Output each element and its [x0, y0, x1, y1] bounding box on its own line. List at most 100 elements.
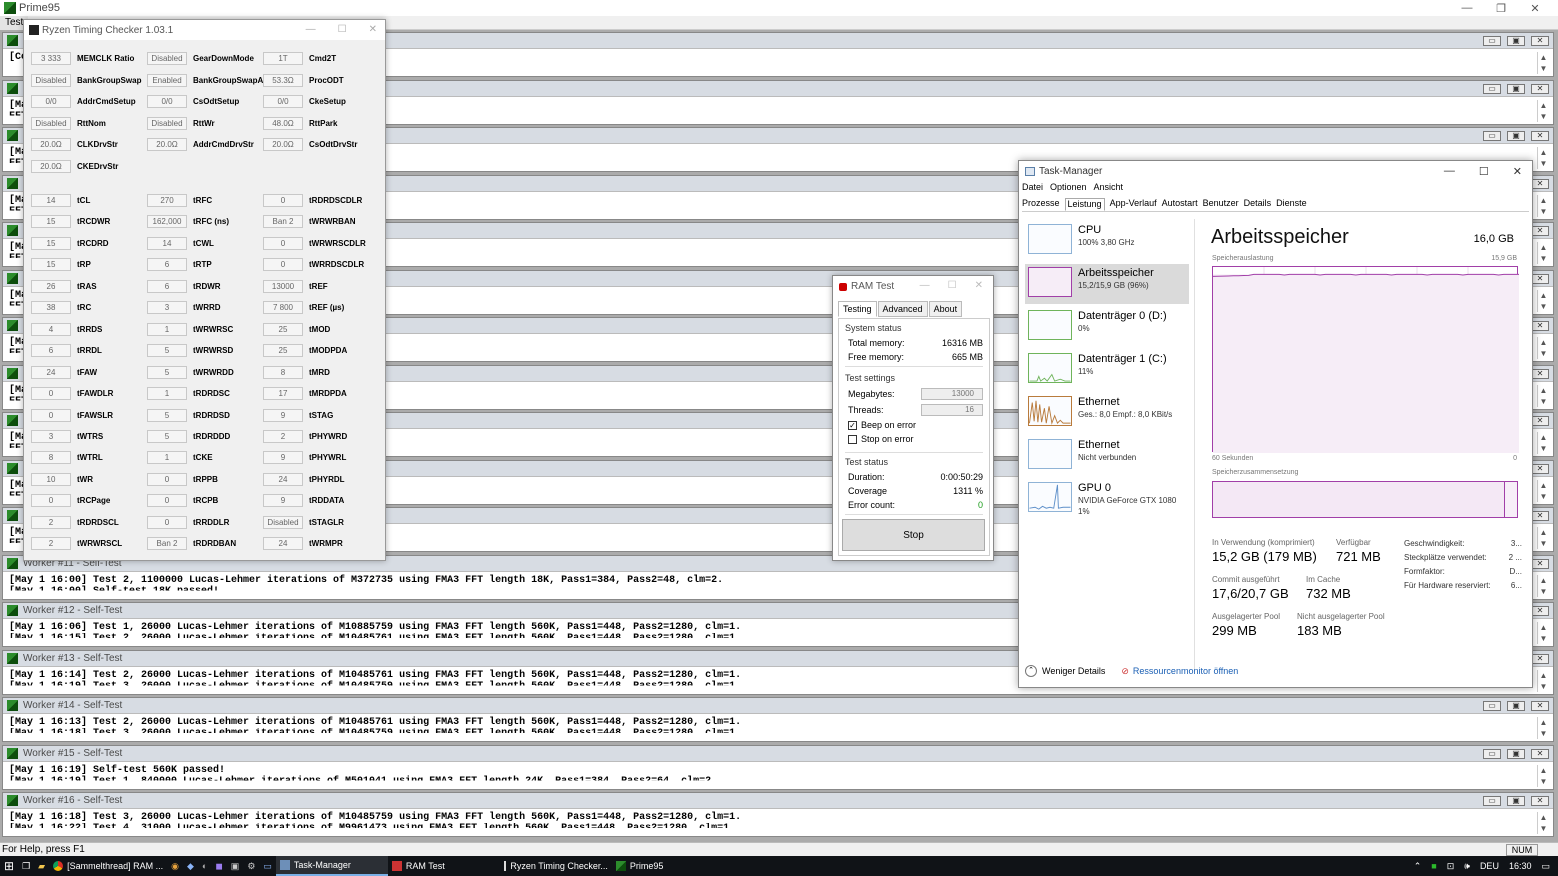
close-icon[interactable]: ✕ — [1531, 273, 1549, 284]
resource-monitor-link[interactable]: ⊘ Ressourcenmonitor öffnen — [1121, 666, 1238, 677]
scroll-up-icon[interactable]: ▲ — [1538, 432, 1549, 443]
maximize-icon[interactable]: ❐ — [1484, 2, 1518, 15]
network-icon[interactable]: ⊡ — [1447, 861, 1455, 872]
scroll-up-icon[interactable]: ▲ — [1538, 812, 1549, 823]
tab-about[interactable]: About — [928, 301, 963, 317]
scrollbar[interactable]: ▲ ▼ — [1537, 717, 1549, 739]
minimize-icon[interactable]: ▭ — [1483, 701, 1501, 711]
close-icon[interactable]: ✕ — [1531, 83, 1549, 94]
maximize-icon[interactable]: ▣ — [1507, 796, 1525, 806]
scroll-up-icon[interactable]: ▲ — [1538, 100, 1549, 111]
minimize-icon[interactable]: ▭ — [1483, 131, 1501, 141]
scroll-down-icon[interactable]: ▼ — [1538, 253, 1549, 264]
close-icon[interactable]: ✕ — [1531, 368, 1549, 379]
scroll-up-icon[interactable]: ▲ — [1538, 147, 1549, 158]
maximize-icon[interactable]: ▣ — [1507, 36, 1525, 46]
scroll-down-icon[interactable]: ▼ — [1538, 301, 1549, 312]
close-icon[interactable]: ✕ — [1531, 463, 1549, 474]
maximize-icon[interactable]: ▣ — [1507, 83, 1525, 94]
scrollbar[interactable]: ▲ ▼ — [1537, 52, 1549, 74]
close-icon[interactable]: ✕ — [1518, 2, 1552, 15]
scroll-up-icon[interactable]: ▲ — [1538, 242, 1549, 253]
scroll-down-icon[interactable]: ▼ — [1538, 158, 1549, 169]
perf-item-cpu[interactable]: CPU 100% 3,80 GHz — [1025, 221, 1189, 261]
pinned-app-icon-6[interactable]: ⚙ — [243, 856, 259, 876]
close-icon[interactable]: ✕ — [1531, 796, 1549, 806]
scrollbar[interactable]: ▲ ▼ — [1537, 194, 1549, 217]
tray-app-icon[interactable]: ■ — [1431, 861, 1436, 871]
beep-on-error-checkbox[interactable]: ✓ — [848, 420, 857, 430]
pinned-app-icon-3[interactable]: ◐ — [198, 856, 211, 876]
scroll-up-icon[interactable]: ▲ — [1538, 337, 1549, 348]
close-icon[interactable]: ✕ — [1531, 748, 1549, 759]
scroll-up-icon[interactable]: ▲ — [1538, 622, 1549, 633]
scroll-up-icon[interactable]: ▲ — [1538, 480, 1549, 491]
taskbar-item-ram-test[interactable]: RAM Test — [388, 856, 500, 876]
close-icon[interactable]: ✕ — [1513, 165, 1522, 178]
start-button[interactable]: ⊞ — [0, 856, 18, 876]
close-icon[interactable]: ✕ — [369, 24, 377, 35]
close-icon[interactable]: ✕ — [1531, 226, 1549, 236]
close-icon[interactable]: ✕ — [1531, 416, 1549, 426]
file-explorer-icon[interactable]: ▰ — [34, 856, 49, 876]
minimize-icon[interactable]: ▭ — [1483, 796, 1501, 806]
maximize-icon[interactable]: ☐ — [948, 280, 957, 291]
scrollbar[interactable]: ▲ ▼ — [1537, 812, 1549, 834]
perf-item-ethernet-1[interactable]: Ethernet Ges.: 8,0 Empf.: 8,0 KBit/s — [1025, 393, 1189, 433]
clock[interactable]: 16:30 — [1509, 861, 1532, 871]
keyboard-language[interactable]: DEU — [1480, 861, 1499, 871]
minimize-icon[interactable]: — — [920, 280, 930, 291]
megabytes-stepper[interactable]: 13000 — [921, 388, 983, 400]
perf-item-disk-c[interactable]: Datenträger 1 (C:) 11% — [1025, 350, 1189, 390]
pinned-app-icon-2[interactable]: ◆ — [183, 856, 198, 876]
scroll-down-icon[interactable]: ▼ — [1538, 111, 1549, 122]
close-icon[interactable]: ✕ — [975, 280, 983, 291]
volume-icon[interactable]: 🕪 — [1464, 861, 1470, 872]
menu-datei[interactable]: Datei — [1022, 182, 1043, 192]
tab-advanced[interactable]: Advanced — [877, 301, 928, 317]
scroll-up-icon[interactable]: ▲ — [1538, 717, 1549, 728]
close-icon[interactable]: ✕ — [1531, 558, 1549, 569]
pinned-app-icon-4[interactable]: ◼ — [211, 856, 226, 876]
tab-benutzer[interactable]: Benutzer — [1203, 198, 1239, 211]
scroll-down-icon[interactable]: ▼ — [1538, 491, 1549, 502]
scroll-up-icon[interactable]: ▲ — [1538, 385, 1549, 396]
minimize-icon[interactable]: ▭ — [1483, 36, 1501, 46]
minimize-icon[interactable]: ▭ — [1483, 83, 1501, 94]
taskbar-item-prime95[interactable]: Prime95 — [612, 856, 724, 876]
maximize-icon[interactable]: ▣ — [1507, 701, 1525, 711]
scroll-down-icon[interactable]: ▼ — [1538, 63, 1549, 74]
maximize-icon[interactable]: ▣ — [1507, 748, 1525, 759]
scrollbar[interactable]: ▲ ▼ — [1537, 527, 1549, 549]
tab-dienste[interactable]: Dienste — [1276, 198, 1307, 211]
tab-details[interactable]: Details — [1244, 198, 1272, 211]
scrollbar[interactable]: ▲ ▼ — [1537, 574, 1549, 597]
minimize-icon[interactable]: ▭ — [1483, 748, 1501, 759]
tab-leistung[interactable]: Leistung — [1064, 198, 1105, 211]
threads-stepper[interactable]: 16 — [921, 404, 983, 416]
tab-autostart[interactable]: Autostart — [1162, 198, 1198, 211]
close-icon[interactable]: ✕ — [1531, 321, 1549, 331]
scroll-down-icon[interactable]: ▼ — [1538, 633, 1549, 644]
perf-item-memory[interactable]: Arbeitsspeicher 15,2/15,9 GB (96%) — [1025, 264, 1189, 304]
scrollbar[interactable]: ▲ ▼ — [1537, 622, 1549, 644]
menu-optionen[interactable]: Optionen — [1050, 182, 1087, 192]
menu-ansicht[interactable]: Ansicht — [1094, 182, 1124, 192]
scroll-down-icon[interactable]: ▼ — [1538, 538, 1549, 549]
stop-button[interactable]: Stop — [842, 519, 985, 551]
chevron-up-icon[interactable]: ⌃ — [1025, 665, 1037, 677]
scroll-down-icon[interactable]: ▼ — [1538, 728, 1549, 739]
scrollbar[interactable]: ▲ ▼ — [1537, 764, 1549, 787]
minimize-icon[interactable]: — — [306, 24, 316, 35]
tab-testing[interactable]: Testing — [838, 301, 877, 317]
close-icon[interactable]: ✕ — [1531, 36, 1549, 46]
scroll-up-icon[interactable]: ▲ — [1538, 575, 1549, 586]
maximize-icon[interactable]: ▣ — [1507, 131, 1525, 141]
scroll-down-icon[interactable]: ▼ — [1538, 776, 1549, 787]
taskbar-item-task-manager[interactable]: Task-Manager — [275, 856, 388, 876]
scrollbar[interactable]: ▲ ▼ — [1537, 99, 1549, 122]
close-icon[interactable]: ✕ — [1531, 131, 1549, 141]
scrollbar[interactable]: ▲ ▼ — [1537, 669, 1549, 692]
scroll-down-icon[interactable]: ▼ — [1538, 681, 1549, 692]
fewer-details-link[interactable]: Weniger Details — [1042, 666, 1105, 676]
